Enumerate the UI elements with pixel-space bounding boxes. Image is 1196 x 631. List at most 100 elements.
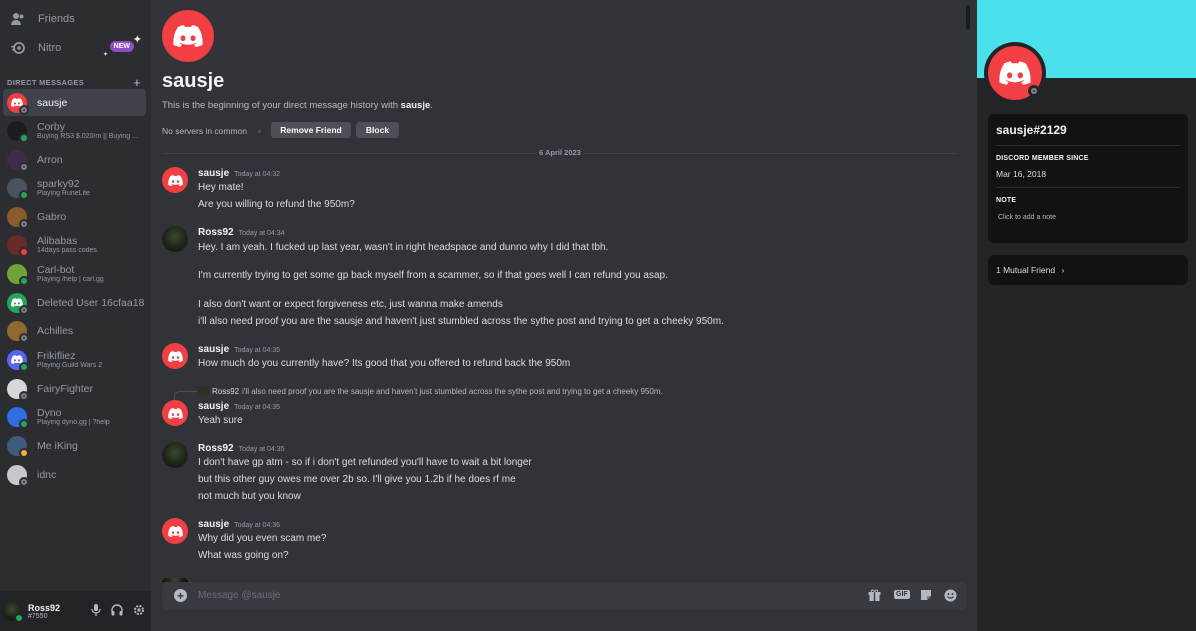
sparkle-small-icon: ✦ xyxy=(102,52,108,58)
status-indicator xyxy=(19,447,29,458)
dm-name: sparky92 xyxy=(37,178,80,190)
author-name[interactable]: Ross92 xyxy=(198,443,234,454)
dm-item[interactable]: idnc xyxy=(3,461,146,488)
message-text: Yeah sure xyxy=(198,415,243,426)
status-indicator xyxy=(19,275,29,286)
settings-gear-icon[interactable] xyxy=(133,604,145,619)
block-button[interactable]: Block xyxy=(356,122,399,138)
dm-avatar xyxy=(7,177,29,200)
status-indicator xyxy=(19,361,29,372)
dm-item[interactable]: Gabro xyxy=(3,203,146,230)
dm-item[interactable]: Frikifliez Playing Guild Wars 2 xyxy=(3,346,146,373)
friends-icon xyxy=(10,11,26,27)
dm-item[interactable]: Dyno Playing dyno.gg | ?help xyxy=(3,403,146,430)
mutual-friends-row[interactable]: 1 Mutual Friend › xyxy=(996,265,1064,275)
dm-item[interactable]: FairyFighter xyxy=(3,375,146,402)
dm-activity: Playing /help | carl.gg xyxy=(37,276,104,283)
friends-nav[interactable]: Friends xyxy=(4,7,146,31)
remove-friend-button[interactable]: Remove Friend xyxy=(271,122,351,138)
dm-avatar xyxy=(7,406,29,429)
author-name[interactable]: Ross92 xyxy=(198,227,234,238)
message-author[interactable]: Ross92 Today at 04:35 xyxy=(198,443,285,454)
user-avatar[interactable] xyxy=(2,601,24,623)
dm-item[interactable]: Achilles xyxy=(3,317,146,344)
dm-sidebar: Friends Nitro NEW ✦ ✦ DIRECT MESSAGES + … xyxy=(0,0,151,631)
dm-item[interactable]: Arron xyxy=(3,146,146,173)
author-name[interactable]: sausje xyxy=(198,168,229,179)
status-indicator xyxy=(19,332,29,343)
author-name[interactable]: sausje xyxy=(198,519,229,530)
dm-intro: This is the beginning of your direct mes… xyxy=(162,100,433,111)
headphones-icon[interactable] xyxy=(111,604,123,619)
dm-item[interactable]: sausje xyxy=(3,89,146,116)
scrollbar[interactable] xyxy=(966,5,970,29)
nitro-nav[interactable]: Nitro NEW ✦ ✦ xyxy=(4,34,146,60)
gif-button[interactable]: GIF xyxy=(894,590,910,599)
note-input[interactable]: Click to add a note xyxy=(998,214,1056,221)
dm-name: Carl-bot xyxy=(37,264,75,276)
message-timestamp: Today at 04:34 xyxy=(238,230,285,237)
mutual-friends-label: 1 Mutual Friend xyxy=(996,265,1056,275)
upload-plus-icon[interactable]: + xyxy=(174,589,187,602)
message-input[interactable]: Message @sausje xyxy=(198,590,280,601)
mutual-servers-text: No servers in common xyxy=(162,126,248,136)
status-indicator xyxy=(19,161,29,172)
dm-activity: 14days pass codes xyxy=(37,247,97,254)
reply-connector xyxy=(174,391,197,400)
create-dm-icon[interactable]: + xyxy=(133,75,141,90)
sticker-icon[interactable] xyxy=(920,589,932,604)
sparkle-icon: ✦ xyxy=(132,34,142,46)
message-avatar[interactable] xyxy=(162,400,188,426)
message-avatar[interactable] xyxy=(162,167,188,193)
message-author[interactable]: sausje Today at 04:35 xyxy=(198,401,280,412)
message-avatar[interactable] xyxy=(162,518,188,544)
dm-name: Achilles xyxy=(37,324,74,337)
dm-name: Frikifliez xyxy=(37,350,76,362)
emoji-icon[interactable] xyxy=(944,589,957,605)
reply-author: Ross92 xyxy=(212,387,240,396)
dm-item[interactable]: Me iKing xyxy=(3,432,146,459)
microphone-icon[interactable] xyxy=(91,604,101,619)
message-avatar[interactable] xyxy=(162,226,188,252)
message-author[interactable]: sausje Today at 04:35 xyxy=(198,344,280,355)
message-timestamp: Today at 04:32 xyxy=(234,171,281,178)
message-author[interactable]: sausje Today at 04:32 xyxy=(198,168,280,179)
dm-avatar xyxy=(7,234,29,257)
dm-avatar xyxy=(7,435,29,458)
author-name[interactable]: sausje xyxy=(198,344,229,355)
status-indicator xyxy=(19,218,29,229)
reply-preview[interactable]: Ross92 i'll also need proof you are the … xyxy=(198,386,663,397)
message-text: but this other guy owes me over 2b so. I… xyxy=(198,474,516,485)
message-timestamp: Today at 04:36 xyxy=(234,522,281,529)
header-avatar xyxy=(162,10,214,62)
message-author[interactable]: sausje Today at 04:36 xyxy=(198,519,280,530)
user-status-indicator xyxy=(14,613,24,623)
message-text: Hey. I am yeah. I fucked up last year, w… xyxy=(198,242,609,253)
message-avatar[interactable] xyxy=(162,442,188,468)
gift-icon[interactable] xyxy=(868,589,881,604)
status-indicator xyxy=(19,104,29,115)
dm-item[interactable]: Carl-bot Playing /help | carl.gg xyxy=(3,260,146,287)
status-indicator xyxy=(19,304,29,315)
dm-name: Corby xyxy=(37,121,66,133)
dm-item[interactable]: sparky92 Playing RuneLite xyxy=(3,174,146,201)
dm-title: sausje xyxy=(162,70,225,92)
message-text: Why did you even scam me? xyxy=(198,533,327,544)
message-avatar[interactable] xyxy=(162,343,188,369)
mutual-friends-card[interactable]: 1 Mutual Friend › xyxy=(988,255,1188,285)
message-timestamp: Today at 04:35 xyxy=(234,404,281,411)
author-name[interactable]: sausje xyxy=(198,401,229,412)
status-indicator xyxy=(19,189,29,200)
dm-item[interactable]: Alibabas 14days pass codes xyxy=(3,231,146,258)
chevron-right-icon: › xyxy=(1061,265,1065,275)
profile-info-card: sausje#2129 DISCORD MEMBER SINCE Mar 16,… xyxy=(988,114,1188,243)
dm-activity: Playing dyno.gg | ?help xyxy=(37,419,110,426)
dm-item[interactable]: Deleted User 16cfaa18 xyxy=(3,289,146,316)
message-composer[interactable]: + Message @sausje GIF xyxy=(162,582,967,610)
nitro-label: Nitro xyxy=(38,42,62,54)
message-text: What was going on? xyxy=(198,550,289,561)
member-since-label: DISCORD MEMBER SINCE xyxy=(996,155,1089,162)
new-badge: NEW xyxy=(109,41,134,52)
message-author[interactable]: Ross92 Today at 04:34 xyxy=(198,227,285,238)
dm-item[interactable]: Corby Buying RS3 $.020/m || Buying ... xyxy=(3,117,146,144)
